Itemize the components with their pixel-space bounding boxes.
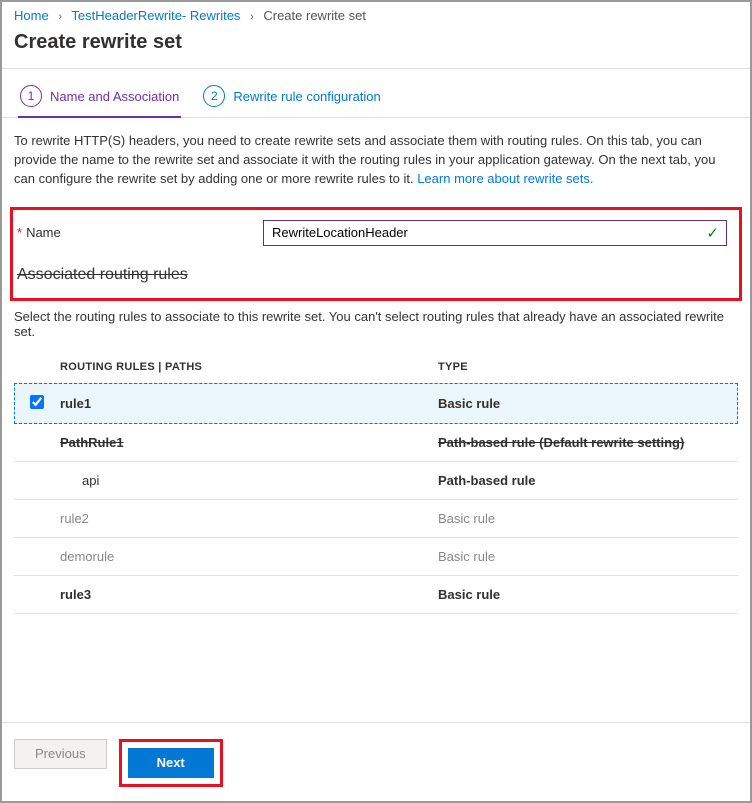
- breadcrumb-current: Create rewrite set: [263, 8, 366, 23]
- tab-label: Rewrite rule configuration: [233, 89, 380, 104]
- name-section-highlight: *Name ✓ Associated routing rules: [10, 207, 742, 301]
- step-1-icon: 1: [20, 85, 42, 107]
- tab-label: Name and Association: [50, 89, 179, 104]
- name-input[interactable]: [263, 220, 727, 246]
- row-name: rule2: [60, 511, 438, 526]
- intro-text: To rewrite HTTP(S) headers, you need to …: [14, 132, 738, 189]
- row-name: rule1: [60, 396, 438, 411]
- column-type-header: TYPE: [438, 361, 722, 373]
- column-name-header: ROUTING RULES | PATHS: [30, 361, 438, 373]
- breadcrumb-home[interactable]: Home: [14, 8, 49, 23]
- learn-more-link[interactable]: Learn more about rewrite sets.: [417, 171, 593, 186]
- wizard-tabs: 1 Name and Association 2 Rewrite rule co…: [2, 69, 750, 118]
- table-row[interactable]: apiPath-based rule: [14, 462, 738, 500]
- row-type: Basic rule: [438, 396, 722, 411]
- row-type: Basic rule: [438, 549, 722, 564]
- table-row: rule2Basic rule: [14, 500, 738, 538]
- table-row: demoruleBasic rule: [14, 538, 738, 576]
- row-type: Basic rule: [438, 511, 722, 526]
- checkmark-icon: ✓: [706, 224, 719, 242]
- page-title: Create rewrite set: [2, 27, 750, 68]
- breadcrumb-mid[interactable]: TestHeaderRewrite- Rewrites: [71, 8, 240, 23]
- table-row[interactable]: rule1Basic rule: [14, 383, 738, 424]
- next-button[interactable]: Next: [128, 748, 214, 778]
- routing-rules-table: ROUTING RULES | PATHS TYPE rule1Basic ru…: [14, 361, 738, 614]
- name-label: *Name: [17, 225, 263, 240]
- breadcrumb: Home › TestHeaderRewrite- Rewrites › Cre…: [2, 2, 750, 27]
- chevron-right-icon: ›: [244, 11, 260, 23]
- row-type: Basic rule: [438, 587, 722, 602]
- row-name: PathRule1: [60, 435, 438, 450]
- chevron-right-icon: ›: [52, 11, 68, 23]
- row-name: rule3: [60, 587, 438, 602]
- row-type: Path-based rule: [438, 473, 722, 488]
- step-2-icon: 2: [203, 85, 225, 107]
- row-type: Path-based rule (Default rewrite setting…: [438, 435, 722, 450]
- row-name: demorule: [60, 549, 438, 564]
- table-row[interactable]: PathRule1Path-based rule (Default rewrit…: [14, 424, 738, 462]
- next-button-highlight: Next: [119, 739, 223, 787]
- tab-name-association[interactable]: 1 Name and Association: [18, 79, 181, 117]
- associated-rules-heading: Associated routing rules: [17, 266, 735, 284]
- row-checkbox[interactable]: [30, 395, 44, 409]
- associated-rules-description: Select the routing rules to associate to…: [14, 309, 738, 339]
- tab-rewrite-rule-config[interactable]: 2 Rewrite rule configuration: [201, 79, 382, 117]
- wizard-footer: Previous Next: [2, 722, 750, 801]
- row-name: api: [60, 473, 438, 488]
- previous-button[interactable]: Previous: [14, 739, 107, 769]
- table-row[interactable]: rule3Basic rule: [14, 576, 738, 614]
